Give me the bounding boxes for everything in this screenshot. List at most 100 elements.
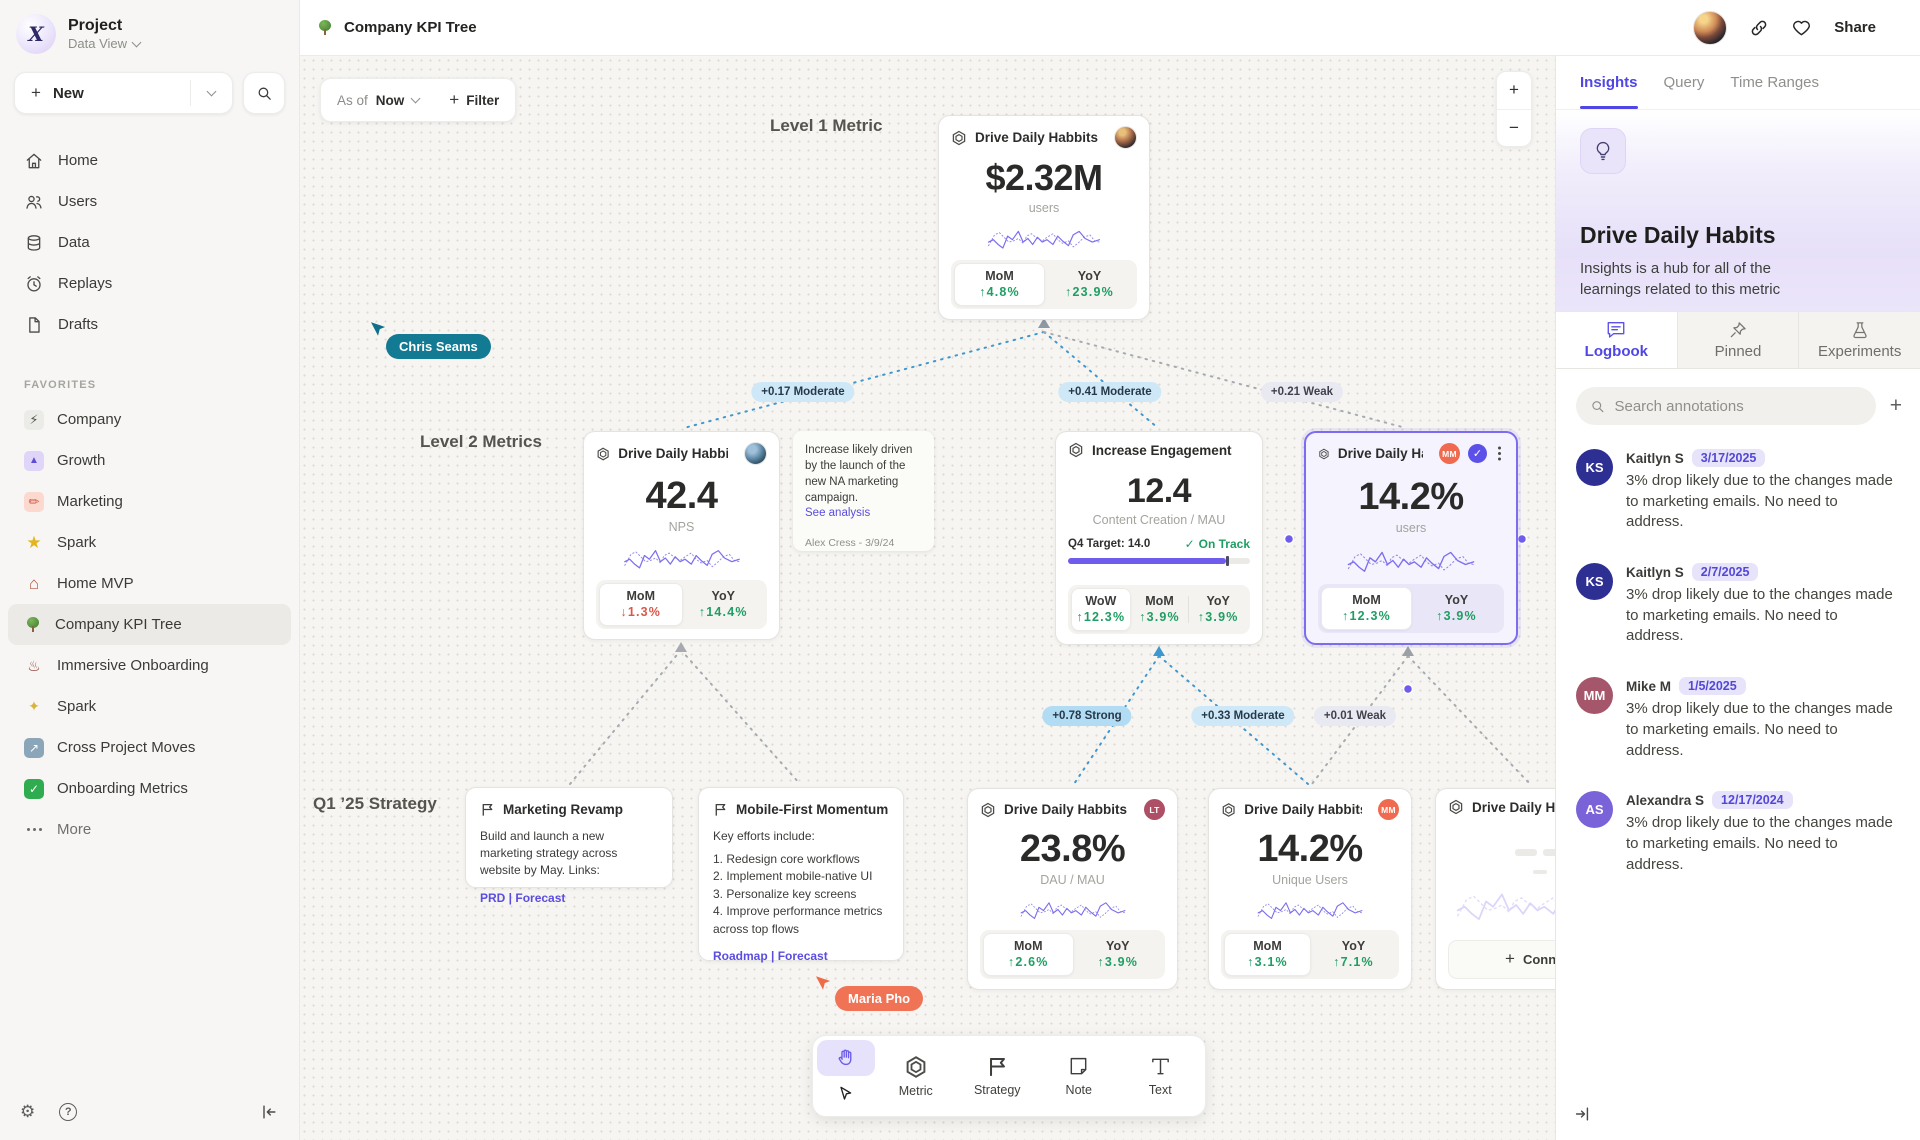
yoy-stat[interactable]: YoY ↑23.9% (1045, 263, 1134, 306)
annotation-search-input[interactable] (1614, 398, 1861, 415)
avatar: KS (1576, 449, 1613, 486)
sidebar-item-users[interactable]: Users (0, 181, 299, 222)
sidebar-item-replays[interactable]: Replays (0, 263, 299, 304)
yoy-stat[interactable]: YoY ↑7.1% (1311, 933, 1396, 976)
text-tool-button[interactable]: Text (1120, 1040, 1202, 1112)
canvas-note[interactable]: Increase likely driven by the launch of … (793, 431, 934, 551)
edge-label[interactable]: +0.33 Moderate (1191, 706, 1294, 726)
new-dropdown-button[interactable] (190, 80, 232, 106)
connect-button[interactable]: + Connect (1452, 944, 1555, 975)
annotation-date: 3/17/2025 (1692, 449, 1766, 467)
select-tool-button[interactable] (817, 1076, 875, 1112)
yoy-stat[interactable]: YoY ↑14.4% (683, 583, 765, 626)
project-view-select[interactable]: Data View (68, 36, 140, 51)
owner-avatar (1114, 126, 1137, 149)
help-icon[interactable]: ? (59, 1103, 77, 1121)
metric-card-unconnected[interactable]: Drive Daily Hab + Connect (1435, 788, 1555, 990)
settings-gear-icon[interactable]: ⚙ (20, 1102, 35, 1122)
subtab-experiments[interactable]: Experiments (1798, 312, 1920, 368)
edge-label[interactable]: +0.41 Moderate (1058, 382, 1161, 402)
share-button[interactable]: Share (1834, 19, 1876, 36)
copy-link-icon[interactable] (1749, 18, 1769, 38)
metric-card-increase-engagement[interactable]: Increase Engagement 12.4 Content Creatio… (1055, 431, 1263, 645)
metric-card-drive-daily-habbits-l1[interactable]: Drive Daily Habbits $2.32M users MoM ↑4.… (938, 115, 1150, 320)
favorite-heart-icon[interactable] (1791, 17, 1812, 38)
strategy-section-label: Q1 ’25 Strategy (313, 794, 437, 814)
new-button[interactable]: + New (14, 72, 233, 114)
metric-card-dau-mau[interactable]: Drive Daily Habbits LT 23.8% DAU / MAU M… (967, 788, 1178, 990)
strategy-tool-button[interactable]: Strategy (957, 1040, 1039, 1112)
wow-stat[interactable]: WoW ↑12.3% (1071, 588, 1131, 631)
yoy-stat[interactable]: YoY ↑3.9% (1074, 933, 1163, 976)
search-button[interactable] (243, 72, 285, 114)
strategy-links[interactable]: PRD | Forecast (480, 890, 658, 907)
zoom-out-button[interactable]: − (1497, 110, 1531, 147)
subtab-logbook[interactable]: Logbook (1556, 312, 1677, 368)
yoy-stat[interactable]: YoY ↑3.9% (1412, 587, 1501, 630)
mom-stat[interactable]: MoM ↑3.9% (1131, 588, 1189, 631)
annotation-item[interactable]: AS Alexandra S 12/17/2024 3% drop likely… (1576, 791, 1898, 875)
strategy-card-mobile-first[interactable]: Mobile-First Momentum Key efforts includ… (698, 787, 904, 961)
yoy-stat[interactable]: YoY ↑3.9% (1189, 588, 1247, 631)
mom-stat[interactable]: MoM ↑3.1% (1224, 933, 1311, 976)
mom-stat[interactable]: MoM ↑4.8% (954, 263, 1045, 306)
check-icon: ✓ (24, 779, 44, 799)
strategy-card-marketing-revamp[interactable]: Marketing Revamp Build and launch a new … (465, 787, 673, 888)
sidebar-item-immersive-onboarding[interactable]: ♨ Immersive Onboarding (8, 645, 291, 686)
hand-tool-button[interactable] (817, 1040, 875, 1076)
metric-card-unique-users[interactable]: Drive Daily Habbits MM 14.2% Unique User… (1208, 788, 1412, 990)
annotation-item[interactable]: KS Kaitlyn S 2/7/2025 3% drop likely due… (1576, 563, 1898, 647)
edge-label[interactable]: +0.17 Moderate (751, 382, 854, 402)
sidebar-item-growth[interactable]: ▲ Growth (8, 440, 291, 481)
target-label: Q4 Target: 14.0 (1068, 538, 1150, 550)
verified-check-icon: ✓ (1468, 444, 1487, 463)
sidebar-item-home[interactable]: Home (0, 140, 299, 181)
collapse-panel-icon[interactable] (1572, 1104, 1592, 1124)
subtab-pinned[interactable]: Pinned (1677, 312, 1799, 368)
sidebar-item-home-mvp[interactable]: ⌂ Home MVP (8, 563, 291, 604)
edge-label[interactable]: +0.21 Weak (1261, 382, 1343, 402)
sidebar-item-spark[interactable]: ★ Spark (8, 522, 291, 563)
asof-value-select[interactable]: Now (376, 93, 405, 108)
sidebar-item-drafts[interactable]: Drafts (0, 304, 299, 345)
see-analysis-link[interactable]: See analysis (805, 506, 922, 522)
collapse-sidebar-icon[interactable] (259, 1102, 279, 1122)
annotation-item[interactable]: KS Kaitlyn S 3/17/2025 3% drop likely du… (1576, 449, 1898, 533)
metric-tool-button[interactable]: Metric (875, 1040, 957, 1112)
sidebar-item-company-kpi-tree[interactable]: Company KPI Tree (8, 604, 291, 645)
mom-stat[interactable]: MoM ↓1.3% (599, 583, 683, 626)
sidebar-item-company[interactable]: ⚡ Company (8, 399, 291, 440)
project-switcher[interactable]: X Project Data View (0, 0, 299, 64)
note-tool-button[interactable]: Note (1038, 1040, 1120, 1112)
owner-badge: LT (1144, 799, 1165, 820)
mom-stat[interactable]: MoM ↑12.3% (1321, 587, 1412, 630)
skeleton-line (1543, 849, 1555, 856)
metric-card-selected[interactable]: Drive Daily Habb.. MM ✓ 14.2% users MoM … (1304, 431, 1518, 645)
strategy-links[interactable]: Roadmap | Forecast (713, 948, 889, 965)
metric-card-nps[interactable]: Drive Daily Habbits 42.4 NPS MoM ↓1.3% Y… (583, 431, 780, 640)
annotation-search[interactable] (1576, 387, 1876, 425)
tab-query[interactable]: Query (1664, 56, 1705, 109)
sidebar-item-onboarding-metrics[interactable]: ✓ Onboarding Metrics (8, 768, 291, 809)
sidebar-item-spark-2[interactable]: ✦ Spark (8, 686, 291, 727)
kpi-tree-canvas[interactable]: Level 1 Metric Level 2 Metrics Q1 ’25 St… (300, 56, 1555, 1140)
mom-stat[interactable]: MoM ↑2.6% (983, 933, 1074, 976)
sidebar-item-data[interactable]: Data (0, 222, 299, 263)
annotation-item[interactable]: MM Mike M 1/5/2025 3% drop likely due to… (1576, 677, 1898, 761)
filter-button[interactable]: + Filter (449, 90, 499, 110)
edge-label[interactable]: +0.78 Strong (1042, 706, 1131, 726)
pencil-icon: ✏ (24, 492, 44, 512)
sidebar-item-cross-project-moves[interactable]: ↗ Cross Project Moves (8, 727, 291, 768)
sidebar-item-more[interactable]: More (8, 809, 291, 850)
tab-time-ranges[interactable]: Time Ranges (1730, 56, 1819, 109)
user-avatar[interactable] (1693, 11, 1727, 45)
avatar: AS (1576, 791, 1613, 828)
metric-hexagon-icon (904, 1055, 928, 1079)
add-annotation-button[interactable]: + (1890, 394, 1902, 418)
tab-insights[interactable]: Insights (1580, 56, 1638, 109)
zoom-in-button[interactable]: + (1497, 72, 1531, 110)
card-menu-icon[interactable] (1498, 452, 1501, 455)
sidebar-item-marketing[interactable]: ✏ Marketing (8, 481, 291, 522)
edge-label[interactable]: +0.01 Weak (1314, 706, 1396, 726)
flag-icon (713, 802, 728, 817)
